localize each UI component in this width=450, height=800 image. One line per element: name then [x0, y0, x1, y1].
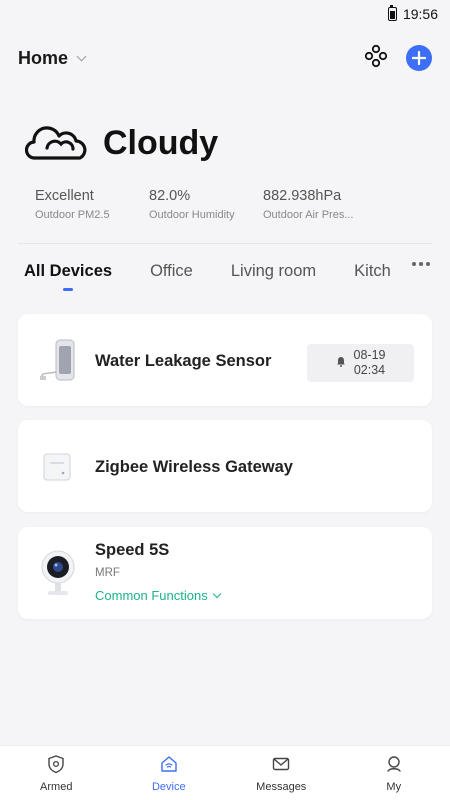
stat-value: 882.938hPa [263, 188, 342, 204]
tab-kitchen[interactable]: Kitch [354, 258, 392, 281]
stat-label: Outdoor PM2.5 [35, 209, 110, 221]
common-functions-label: Common Functions [95, 588, 208, 603]
stat-humidity: 82.0% Outdoor Humidity [149, 188, 263, 221]
device-subtitle: MRF [95, 567, 120, 579]
nav-label: My [386, 780, 402, 793]
status-bar: 19:56 [0, 0, 450, 28]
chevron-down-icon [212, 589, 221, 598]
stat-value: Excellent [35, 188, 94, 204]
device-name: Water Leakage Sensor [95, 352, 272, 370]
device-card-water-leakage-sensor[interactable]: Water Leakage Sensor 08-19 02:34 [18, 314, 432, 406]
weather-summary: Cloudy [24, 118, 219, 169]
common-functions-link[interactable]: Common Functions [95, 588, 221, 603]
stat-label: Outdoor Air Pres... [263, 209, 354, 221]
header-actions [364, 44, 432, 73]
device-name: Zigbee Wireless Gateway [95, 458, 293, 476]
divider [18, 243, 432, 244]
status-time: 19:56 [402, 6, 438, 22]
tab-office[interactable]: Office [150, 258, 193, 281]
water-sensor-image [38, 336, 84, 391]
scene-icon[interactable] [364, 44, 388, 73]
stat-air-pressure: 882.938hPa Outdoor Air Pres... [263, 188, 373, 221]
envelope-icon [271, 754, 291, 777]
alarm-date: 08-19 [353, 348, 386, 362]
profile-icon [384, 754, 404, 777]
nav-label: Device [151, 780, 186, 793]
device-card-zigbee-gateway[interactable]: Zigbee Wireless Gateway [18, 420, 432, 512]
home-device-icon [159, 754, 179, 777]
plus-icon [412, 51, 426, 65]
nav-device[interactable]: Device [113, 746, 226, 800]
device-card-speed-5s[interactable]: Speed 5S MRF Common Functions [18, 527, 432, 619]
battery-icon [387, 5, 397, 21]
tab-living-room[interactable]: Living room [231, 258, 316, 281]
alarm-badge[interactable]: 08-19 02:34 [307, 344, 414, 382]
nav-label: Armed [40, 780, 73, 793]
stat-label: Outdoor Humidity [149, 209, 235, 221]
nav-label: Messages [256, 780, 307, 793]
chevron-down-icon [76, 51, 87, 61]
alarm-clock: 02:34 [353, 363, 386, 377]
nav-armed[interactable]: Armed [0, 746, 113, 800]
stat-value: 82.0% [149, 188, 191, 204]
weather-condition: Cloudy [103, 124, 219, 162]
tab-all-devices[interactable]: All Devices [24, 258, 112, 281]
alarm-time: 08-19 02:34 [354, 348, 386, 378]
home-selector[interactable]: Home [18, 47, 87, 69]
cloud-icon [24, 118, 89, 169]
header: Home [0, 40, 450, 76]
nav-messages[interactable]: Messages [225, 746, 338, 800]
bell-icon [336, 356, 346, 371]
add-device-button[interactable] [406, 45, 432, 71]
more-tabs-button[interactable] [412, 262, 430, 266]
weather-stats: Excellent Outdoor PM2.5 82.0% Outdoor Hu… [35, 188, 373, 221]
nav-my[interactable]: My [338, 746, 450, 800]
device-name: Speed 5S [95, 541, 170, 559]
camera-image [40, 549, 76, 604]
home-label: Home [18, 47, 69, 68]
stat-pm25: Excellent Outdoor PM2.5 [35, 188, 149, 221]
room-tabs: All Devices Office Living room Kitch [0, 258, 450, 298]
shield-icon [46, 754, 66, 777]
bottom-nav: Armed Device Messages My [0, 745, 450, 800]
gateway-image [43, 453, 71, 486]
